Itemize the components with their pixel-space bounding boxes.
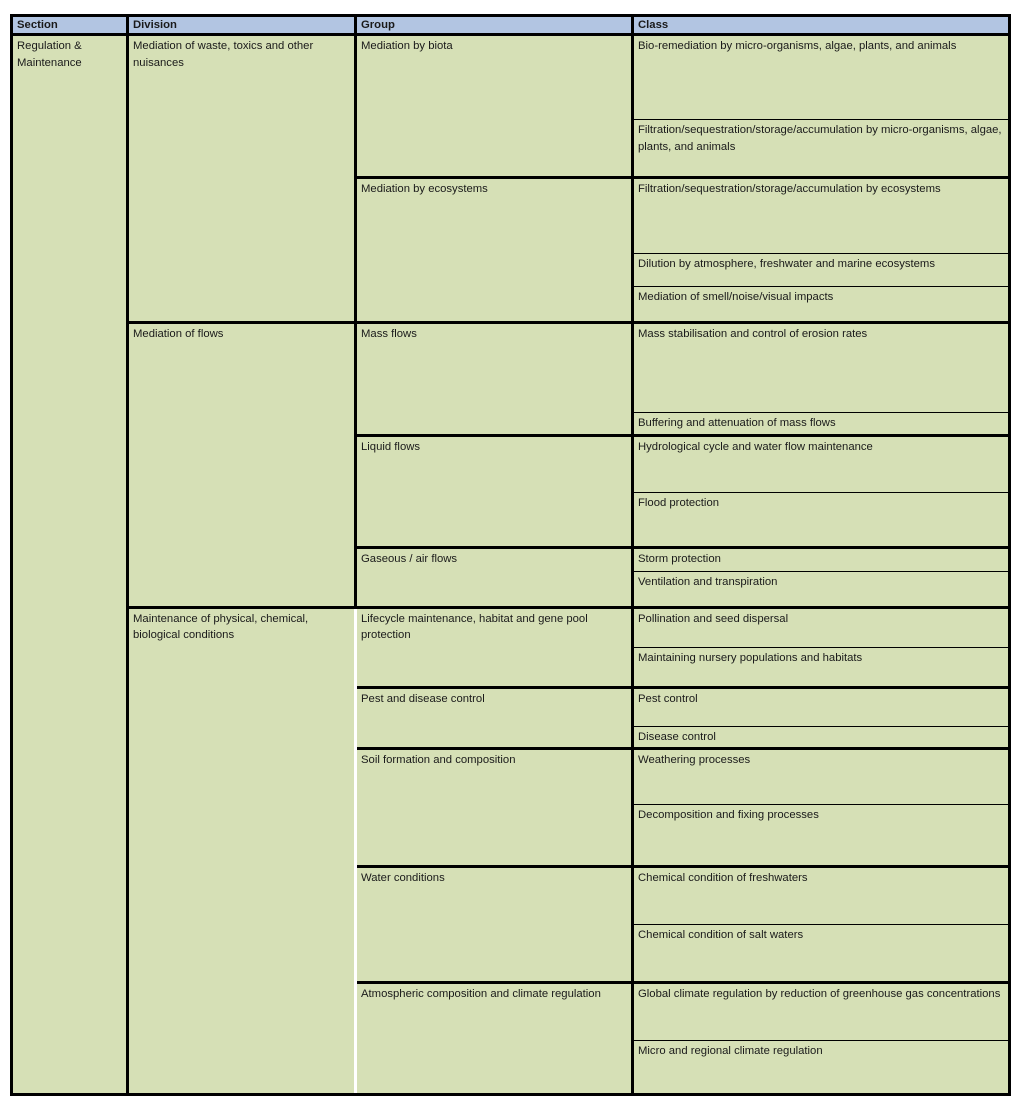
table-body: Regulation & Maintenance Mediation of wa… (10, 34, 1011, 1096)
class-cell: Maintaining nursery populations and habi… (632, 647, 1011, 689)
column-header-group: Group (355, 14, 634, 36)
class-cell: Filtration/sequestration/storage/accumul… (632, 177, 1011, 254)
table-row: Maintenance of physical, chemical, biolo… (12, 607, 1011, 1096)
class-cell: Storm protection (632, 547, 1011, 572)
class-cell: Bio-remediation by micro-organisms, alga… (632, 34, 1011, 120)
division-cell: Maintenance of physical, chemical, biolo… (127, 607, 357, 1096)
group-cell: Mediation by ecosystems (355, 177, 634, 324)
group-cell: Atmospheric composition and climate regu… (355, 982, 634, 1096)
division-cell: Mediation of flows (127, 322, 357, 609)
column-header-class: Class (632, 14, 1011, 36)
section-cell: Regulation & Maintenance (10, 34, 129, 1096)
class-cell: Filtration/sequestration/storage/accumul… (632, 119, 1011, 179)
group-cell: Lifecycle maintenance, habitat and gene … (355, 607, 634, 689)
class-cell: Chemical condition of freshwaters (632, 866, 1011, 925)
class-cell: Ventilation and transpiration (632, 571, 1011, 609)
group-cell: Liquid flows (355, 435, 634, 549)
group-cell: Water conditions (355, 866, 634, 984)
class-cell: Hydrological cycle and water flow mainte… (632, 435, 1011, 493)
class-cell: Mediation of smell/noise/visual impacts (632, 286, 1011, 324)
class-cell: Dilution by atmosphere, freshwater and m… (632, 253, 1011, 287)
group-cell: Mediation by biota (355, 34, 634, 179)
class-cell: Buffering and attenuation of mass flows (632, 412, 1011, 437)
class-cell: Mass stabilisation and control of erosio… (632, 322, 1011, 413)
column-header-division: Division (127, 14, 357, 36)
class-cell: Decomposition and fixing processes (632, 804, 1011, 868)
table-row: Mediation of flows Mass flows Mass stabi… (12, 322, 1011, 609)
class-cell: Chemical condition of salt waters (632, 924, 1011, 984)
class-cell: Global climate regulation by reduction o… (632, 982, 1011, 1041)
class-cell: Pollination and seed dispersal (632, 607, 1011, 648)
class-cell: Flood protection (632, 492, 1011, 549)
table-row: Regulation & Maintenance Mediation of wa… (10, 34, 1011, 1096)
column-header-section: Section (10, 14, 129, 36)
class-cell: Weathering processes (632, 748, 1011, 805)
cices-classification-table: Section Division Group Class Regulation … (10, 14, 1011, 1096)
class-cell: Disease control (632, 726, 1011, 750)
class-cell: Micro and regional climate regulation (632, 1040, 1011, 1096)
group-cell: Soil formation and composition (355, 748, 634, 868)
header-row: Section Division Group Class (10, 14, 1011, 36)
class-cell: Pest control (632, 687, 1011, 727)
table-header: Section Division Group Class (10, 14, 1011, 36)
division-cell: Mediation of waste, toxics and other nui… (127, 34, 357, 324)
group-cell: Pest and disease control (355, 687, 634, 750)
group-cell: Mass flows (355, 322, 634, 437)
group-cell: Gaseous / air flows (355, 547, 634, 609)
